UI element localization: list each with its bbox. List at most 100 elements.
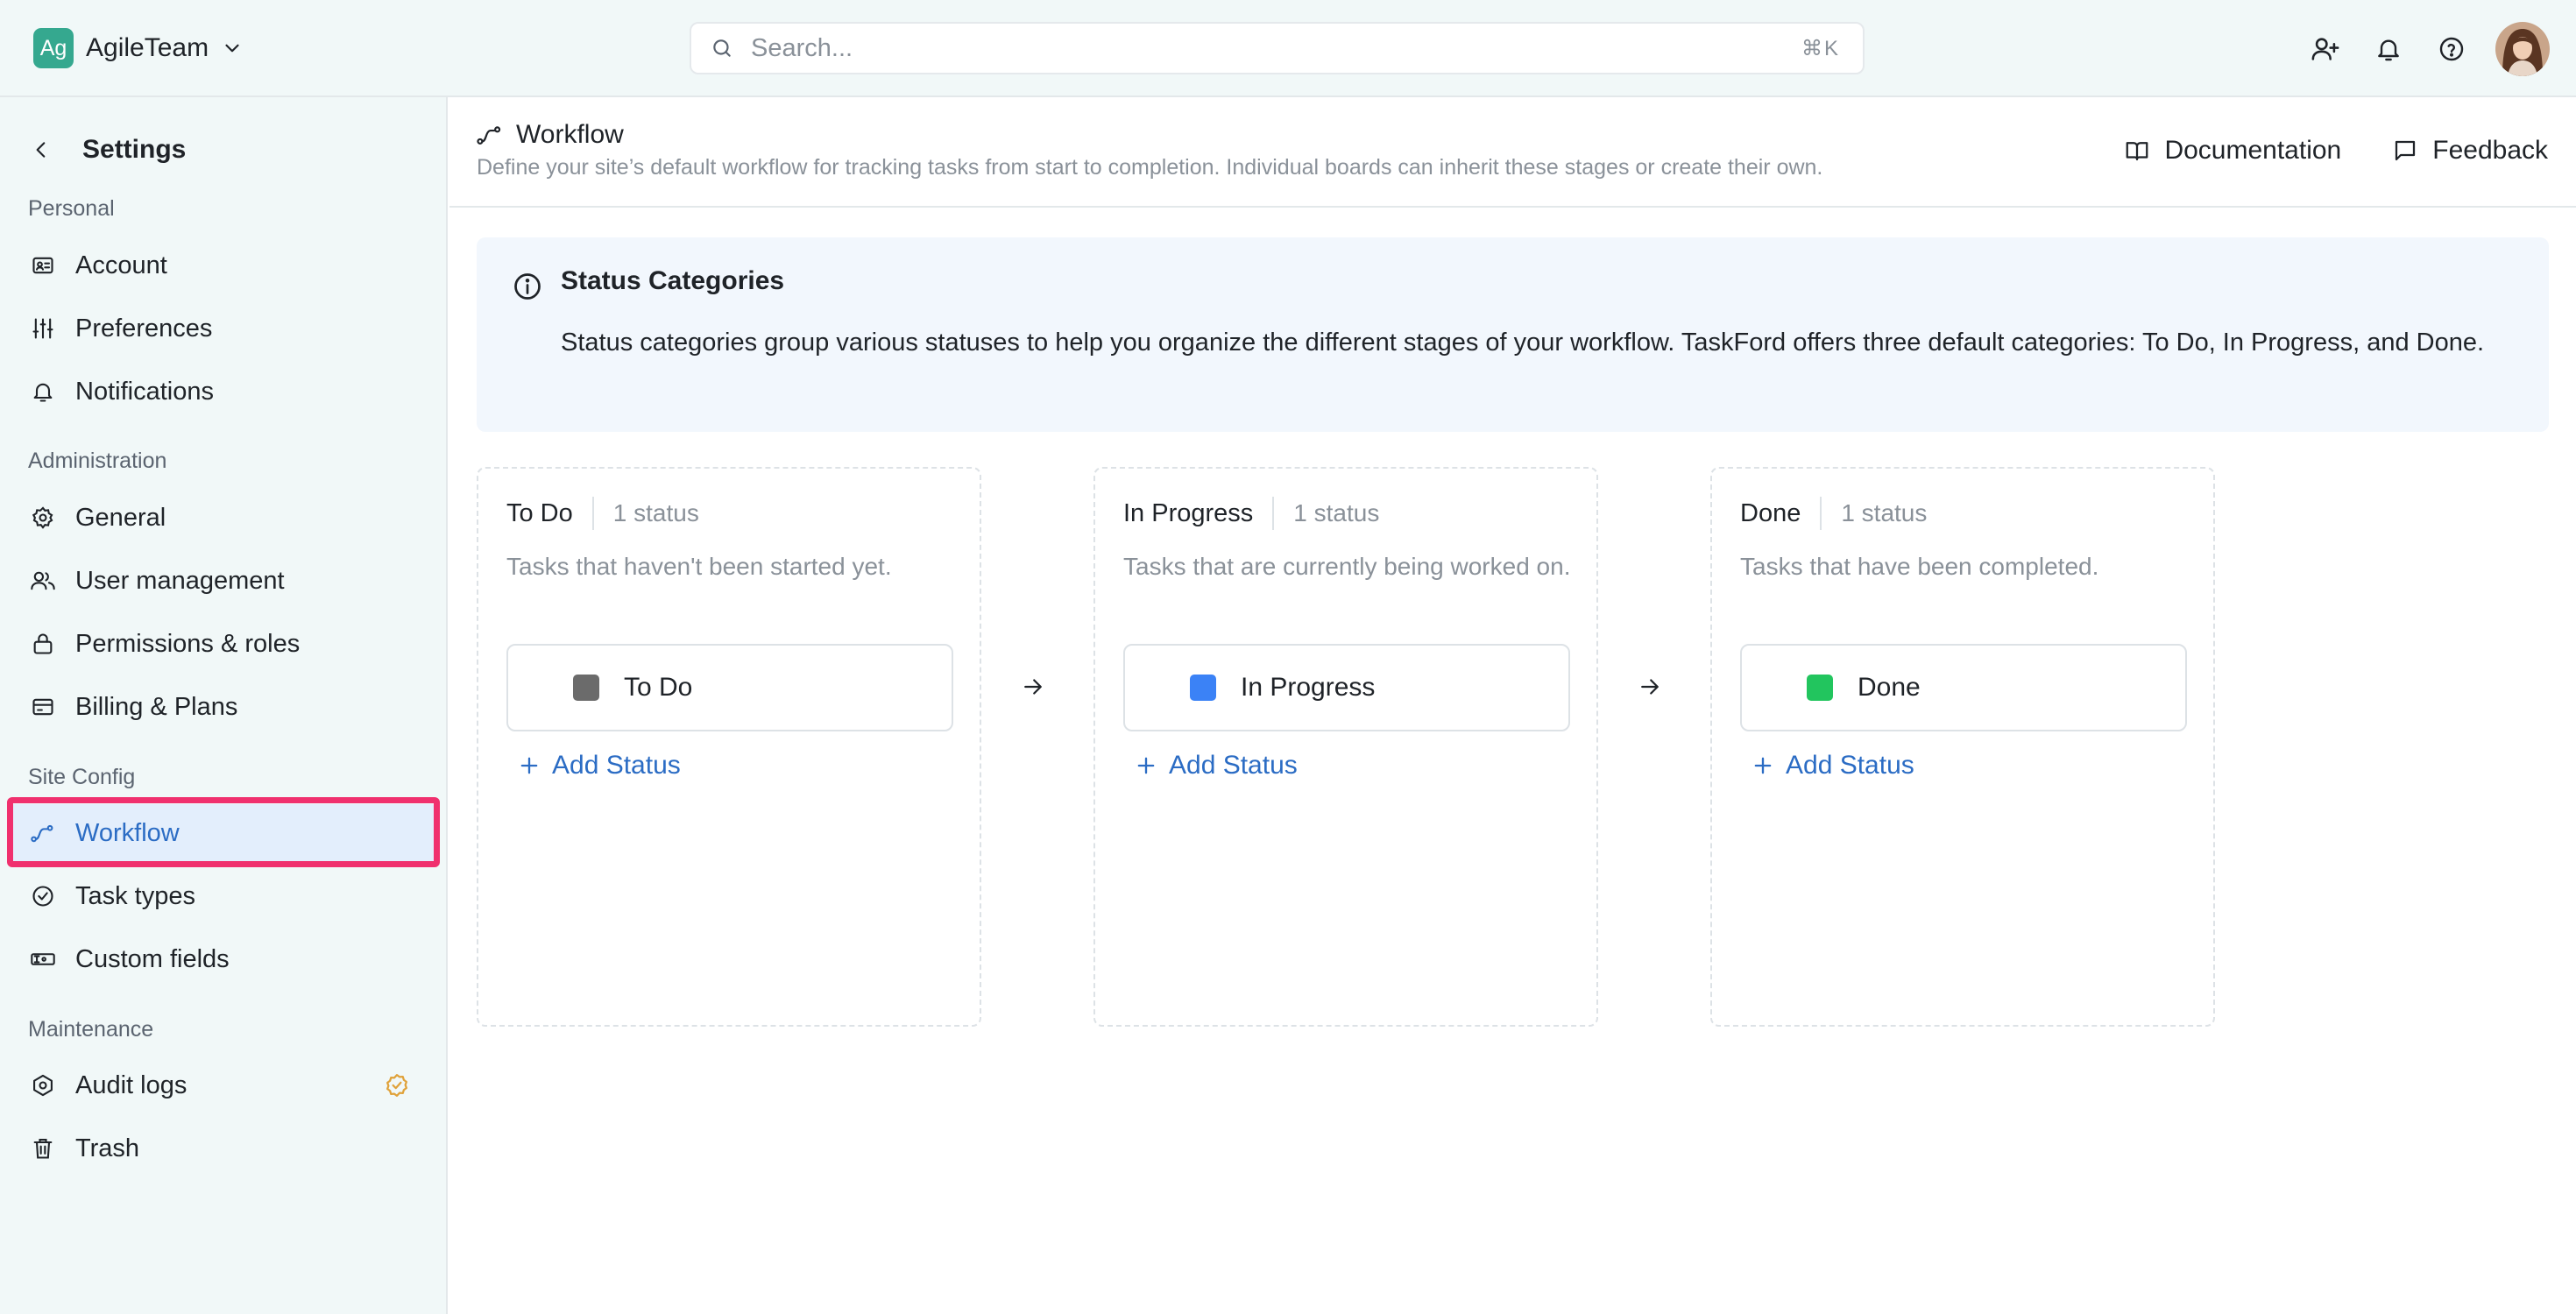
category-name: In Progress <box>1123 498 1254 527</box>
sidebar-item-label: Billing & Plans <box>75 692 238 721</box>
status-categories-info: Status Categories Status categories grou… <box>477 237 2549 432</box>
add-status-button[interactable]: Add Status <box>517 747 681 784</box>
category-description: Tasks that haven't been started yet. <box>506 553 892 580</box>
add-status-label: Add Status <box>1169 751 1298 780</box>
status-name: Done <box>1858 673 1921 702</box>
status-color-swatch <box>1190 675 1216 701</box>
credit-card-icon <box>30 694 56 720</box>
chevron-down-icon <box>221 37 244 60</box>
documentation-label: Documentation <box>2164 136 2342 165</box>
status-count: 1 status <box>1293 499 1380 526</box>
sidebar-item-label: Notifications <box>75 377 214 406</box>
divider <box>1272 497 1275 530</box>
users-icon <box>30 568 56 594</box>
trash-icon <box>30 1135 56 1162</box>
feedback-button[interactable]: Feedback <box>2392 136 2548 166</box>
book-open-icon <box>2127 142 2148 161</box>
status-color-swatch <box>573 675 599 701</box>
plus-icon <box>1754 757 1772 774</box>
settings-sidebar: Settings Personal Account Preferences No… <box>0 97 448 1314</box>
sidebar-item-label: Task types <box>75 881 195 910</box>
feedback-label: Feedback <box>2432 136 2548 165</box>
verified-badge-icon <box>384 1072 410 1099</box>
help-icon[interactable] <box>2431 28 2473 70</box>
search-bar[interactable]: ⌘K <box>690 22 1865 74</box>
status-card-in-progress[interactable]: In Progress <box>1123 644 1570 731</box>
form-input-icon <box>30 946 56 972</box>
add-status-label: Add Status <box>552 751 681 780</box>
category-column-done: Done 1 status Tasks that have been compl… <box>1710 467 2215 1027</box>
plus-icon <box>520 757 538 774</box>
sidebar-item-label: Custom fields <box>75 944 230 973</box>
sidebar-item-notifications[interactable]: Notifications <box>7 363 436 420</box>
category-column-todo: To Do 1 status Tasks that haven't been s… <box>477 467 981 1027</box>
sidebar-item-label: Permissions & roles <box>75 629 301 658</box>
info-title: Status Categories <box>561 266 785 295</box>
sliders-icon <box>30 315 56 342</box>
divider <box>1820 497 1822 530</box>
check-circle-icon <box>30 883 56 909</box>
bell-icon <box>30 378 56 405</box>
team-switcher[interactable]: Ag AgileTeam <box>33 28 244 68</box>
bell-icon[interactable] <box>2367 28 2410 70</box>
main-content: Workflow Define your site’s default work… <box>449 97 2576 1314</box>
divider <box>591 497 594 530</box>
sidebar-item-label: Workflow <box>75 818 180 847</box>
sidebar-item-general[interactable]: General <box>7 489 436 547</box>
team-name: AgileTeam <box>86 33 209 62</box>
top-bar: Ag AgileTeam ⌘K <box>0 0 2576 97</box>
sidebar-item-label: Audit logs <box>75 1070 188 1099</box>
add-status-label: Add Status <box>1786 751 1914 780</box>
sidebar-item-custom-fields[interactable]: Custom fields <box>7 930 436 988</box>
sidebar-item-label: Account <box>75 251 167 279</box>
info-text: Status categories group various statuses… <box>561 328 2485 357</box>
documentation-link[interactable]: Documentation <box>2124 136 2341 166</box>
category-description: Tasks that have been completed. <box>1740 553 2099 580</box>
category-name: To Do <box>506 498 573 527</box>
invite-user-icon[interactable] <box>2304 28 2346 70</box>
arrow-right-icon <box>1020 674 1046 700</box>
workflow-icon <box>476 122 504 148</box>
page-header: Workflow Define your site’s default work… <box>449 97 2576 208</box>
back-arrow-icon[interactable] <box>30 138 53 161</box>
hexagon-settings-icon <box>30 1072 56 1099</box>
section-label-administration: Administration <box>28 449 167 473</box>
add-status-button[interactable]: Add Status <box>1751 747 1914 784</box>
info-icon <box>512 271 543 302</box>
section-label-maintenance: Maintenance <box>28 1017 154 1042</box>
section-label-personal: Personal <box>28 196 115 221</box>
sidebar-item-user-management[interactable]: User management <box>7 552 436 610</box>
search-icon <box>711 37 733 60</box>
plus-icon <box>1137 757 1155 774</box>
add-status-button[interactable]: Add Status <box>1134 747 1298 784</box>
sidebar-item-label: User management <box>75 566 285 595</box>
page-title: Workflow <box>516 120 624 149</box>
message-square-icon <box>2396 140 2416 161</box>
status-card-todo[interactable]: To Do <box>506 644 953 731</box>
category-column-in-progress: In Progress 1 status Tasks that are curr… <box>1093 467 1598 1027</box>
workflow-icon <box>30 820 56 846</box>
sidebar-item-trash[interactable]: Trash <box>7 1120 436 1177</box>
status-card-done[interactable]: Done <box>1740 644 2187 731</box>
search-shortcut: ⌘K <box>1801 36 1840 60</box>
page-description: Define your site’s default workflow for … <box>477 155 1823 180</box>
sidebar-item-billing[interactable]: Billing & Plans <box>7 678 436 736</box>
status-color-swatch <box>1807 675 1833 701</box>
sidebar-item-account[interactable]: Account <box>7 237 436 294</box>
sidebar-item-preferences[interactable]: Preferences <box>7 300 436 357</box>
sidebar-item-permissions[interactable]: Permissions & roles <box>7 615 436 673</box>
sidebar-item-label: Preferences <box>75 314 213 343</box>
sidebar-item-task-types[interactable]: Task types <box>7 867 436 925</box>
sidebar-item-workflow[interactable]: Workflow <box>7 804 436 862</box>
avatar[interactable] <box>2495 21 2550 76</box>
section-label-site-config: Site Config <box>28 765 136 789</box>
category-name: Done <box>1740 498 1801 527</box>
arrow-right-icon <box>1637 674 1663 700</box>
gear-icon <box>30 505 56 531</box>
search-input[interactable] <box>751 33 1715 63</box>
sidebar-item-audit-logs[interactable]: Audit logs <box>7 1056 436 1114</box>
status-name: To Do <box>624 673 693 702</box>
status-name: In Progress <box>1241 673 1376 702</box>
sidebar-title: Settings <box>82 135 187 164</box>
sidebar-item-label: Trash <box>75 1134 140 1162</box>
